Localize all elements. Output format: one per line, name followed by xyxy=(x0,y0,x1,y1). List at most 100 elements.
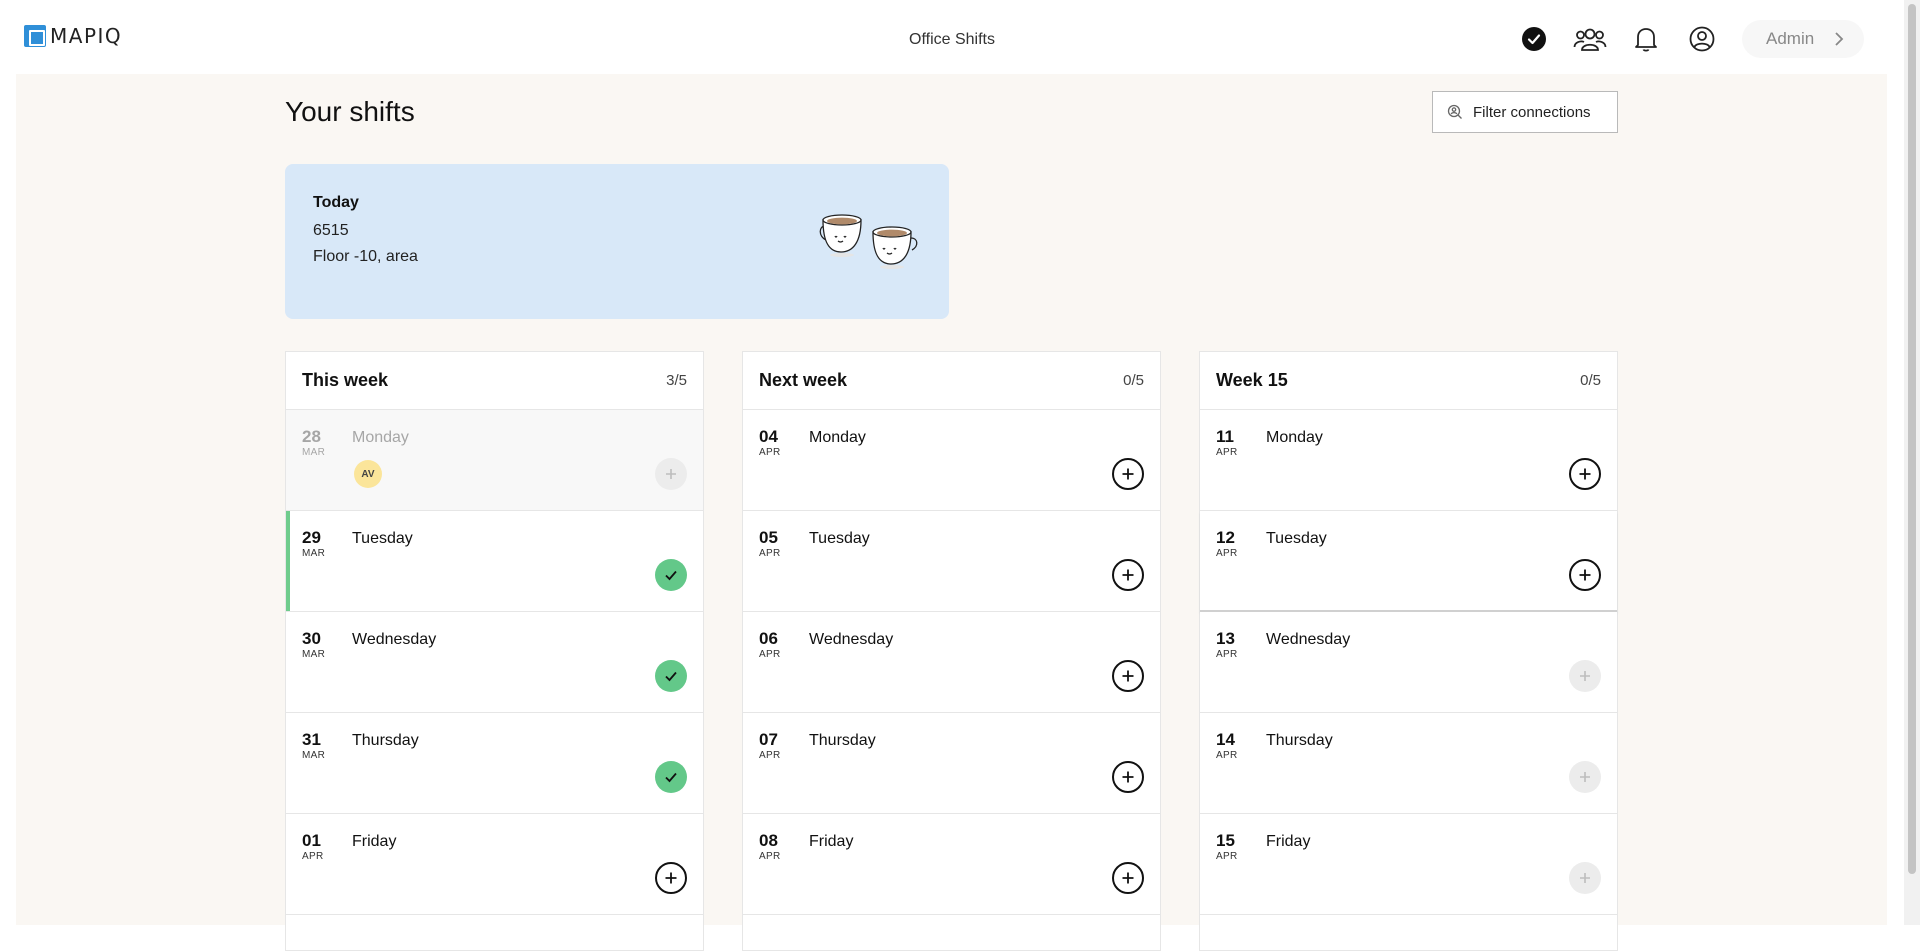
day-number: 11 xyxy=(1216,427,1234,446)
plus-icon xyxy=(1122,569,1134,581)
day-name: Tuesday xyxy=(809,530,870,547)
day-row[interactable]: 31 MAR Thursday xyxy=(286,713,703,814)
day-name: Thursday xyxy=(352,732,419,749)
day-name: Friday xyxy=(352,833,397,850)
add-shift-button[interactable] xyxy=(1112,458,1144,490)
day-number: 01 xyxy=(302,831,321,850)
check-icon xyxy=(665,570,677,581)
coffee-cups-illustration xyxy=(819,214,918,269)
check-icon xyxy=(665,671,677,682)
day-month: APR xyxy=(1216,750,1238,761)
day-name: Friday xyxy=(1266,833,1311,850)
day-month: MAR xyxy=(302,649,326,660)
day-month: APR xyxy=(759,447,781,458)
day-row[interactable]: 13 APR Wednesday xyxy=(1200,612,1617,713)
day-number: 06 xyxy=(759,629,778,648)
add-shift-button[interactable] xyxy=(1569,458,1601,490)
day-name: Thursday xyxy=(809,732,876,749)
plus-icon xyxy=(1579,569,1591,581)
bell-icon[interactable] xyxy=(1628,21,1664,57)
add-shift-button-disabled xyxy=(655,458,687,490)
header-actions: Admin xyxy=(1496,20,1864,58)
week-column-next-week: Next week 0/5 04 APR Monday 05 APR Tuesd… xyxy=(742,351,1161,951)
day-month: APR xyxy=(759,649,781,660)
shift-booked-button[interactable] xyxy=(655,559,687,591)
search-user-icon xyxy=(1447,104,1462,119)
admin-button[interactable]: Admin xyxy=(1742,20,1864,58)
add-shift-button[interactable] xyxy=(1112,761,1144,793)
day-number: 08 xyxy=(759,831,778,850)
add-shift-button[interactable] xyxy=(1112,660,1144,692)
week-title: Week 15 xyxy=(1216,370,1288,390)
day-row[interactable]: 28 MAR Monday AV xyxy=(286,410,703,511)
week-column-this-week: This week 3/5 28 MAR Monday AV 29 MAR Tu… xyxy=(285,351,704,951)
day-number: 13 xyxy=(1216,629,1235,648)
add-shift-button-disabled xyxy=(1569,862,1601,894)
day-name: Wednesday xyxy=(1266,631,1351,648)
day-row[interactable]: 15 APR Friday xyxy=(1200,814,1617,915)
check-circle-icon[interactable] xyxy=(1516,21,1552,57)
add-shift-button[interactable] xyxy=(655,862,687,894)
day-row[interactable]: 30 MAR Wednesday xyxy=(286,612,703,713)
main-content: Your shifts Filter connections Today 651… xyxy=(16,74,1887,951)
day-row[interactable]: 08 APR Friday xyxy=(743,814,1160,915)
week-count: 0/5 xyxy=(1580,372,1601,389)
week-count: 0/5 xyxy=(1123,372,1144,389)
week-header: Week 15 0/5 xyxy=(1200,352,1617,410)
day-number: 29 xyxy=(302,528,321,547)
day-row[interactable]: 29 MAR Tuesday xyxy=(286,511,703,612)
day-row[interactable]: 14 APR Thursday xyxy=(1200,713,1617,814)
week-header: Next week 0/5 xyxy=(743,352,1160,410)
day-name: Thursday xyxy=(1266,732,1333,749)
today-label: Today xyxy=(313,194,359,211)
day-name: Friday xyxy=(809,833,854,850)
week-title: Next week xyxy=(759,370,848,390)
day-name: Tuesday xyxy=(352,530,413,547)
add-shift-button[interactable] xyxy=(1569,559,1601,591)
week-column-week-15: Week 15 0/5 11 APR Monday 12 APR Tuesday… xyxy=(1199,351,1618,951)
plus-icon xyxy=(1579,468,1591,480)
avatar[interactable]: AV xyxy=(354,460,382,488)
day-name: Monday xyxy=(1266,429,1323,446)
check-icon xyxy=(665,772,677,783)
day-number: 14 xyxy=(1216,730,1235,749)
chevron-right-icon xyxy=(1835,32,1844,46)
page-scrollbar[interactable] xyxy=(1904,0,1920,925)
day-name: Monday xyxy=(809,429,866,446)
day-month: APR xyxy=(1216,447,1238,458)
plus-icon xyxy=(1122,670,1134,682)
day-month: APR xyxy=(302,851,324,862)
day-name: Wednesday xyxy=(809,631,894,648)
admin-label: Admin xyxy=(1766,29,1815,48)
day-month: APR xyxy=(1216,851,1238,862)
shift-booked-button[interactable] xyxy=(655,761,687,793)
week-header: This week 3/5 xyxy=(286,352,703,410)
plus-icon xyxy=(1580,671,1590,681)
day-row[interactable]: 04 APR Monday xyxy=(743,410,1160,511)
day-month: APR xyxy=(759,750,781,761)
day-number: 05 xyxy=(759,528,778,547)
plus-icon xyxy=(665,872,677,884)
add-shift-button[interactable] xyxy=(1112,862,1144,894)
add-shift-button[interactable] xyxy=(1112,559,1144,591)
day-month: MAR xyxy=(302,447,326,458)
day-month: APR xyxy=(759,548,781,559)
people-icon[interactable] xyxy=(1572,21,1608,57)
day-row[interactable]: 11 APR Monday xyxy=(1200,410,1617,511)
scrollbar-thumb[interactable] xyxy=(1908,4,1916,874)
day-number: 15 xyxy=(1216,831,1235,850)
day-row[interactable]: 12 APR Tuesday xyxy=(1200,511,1617,612)
week-count: 3/5 xyxy=(666,372,687,389)
day-month: MAR xyxy=(302,548,326,559)
plus-icon xyxy=(1122,468,1134,480)
filter-connections-button[interactable]: Filter connections xyxy=(1432,91,1618,133)
day-row[interactable]: 01 APR Friday xyxy=(286,814,703,915)
day-row[interactable]: 07 APR Thursday xyxy=(743,713,1160,814)
shift-booked-button[interactable] xyxy=(655,660,687,692)
day-row[interactable]: 06 APR Wednesday xyxy=(743,612,1160,713)
day-number: 30 xyxy=(302,629,321,648)
day-number: 12 xyxy=(1216,528,1235,547)
day-row[interactable]: 05 APR Tuesday xyxy=(743,511,1160,612)
day-name: Tuesday xyxy=(1266,530,1327,547)
user-circle-icon[interactable] xyxy=(1684,21,1720,57)
